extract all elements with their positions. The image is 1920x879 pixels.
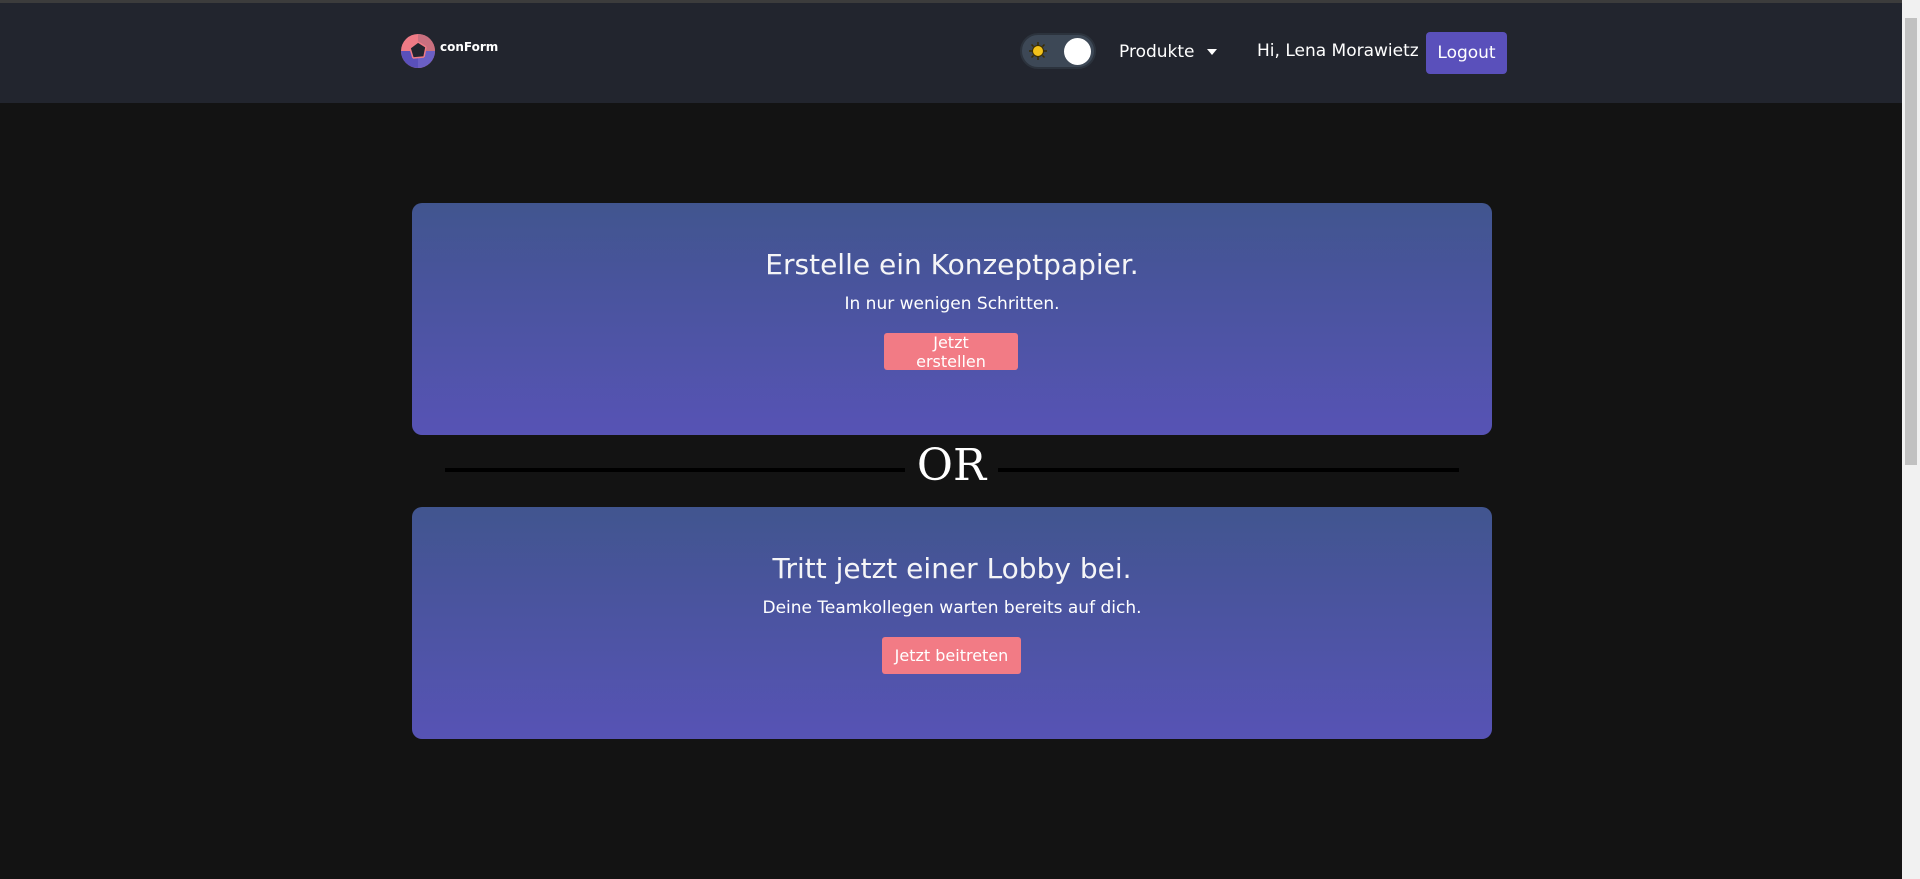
card-title: Erstelle ein Konzeptpapier. xyxy=(765,248,1139,281)
user-greeting: Hi, Lena Morawietz xyxy=(1257,41,1419,61)
theme-toggle[interactable] xyxy=(1020,33,1096,69)
logout-button[interactable]: Logout xyxy=(1426,32,1507,74)
navbar: conForm Produkte Hi, Lena Morawietz Logo… xyxy=(0,3,1902,103)
scrollbar-thumb[interactable] xyxy=(1905,18,1917,465)
products-dropdown[interactable]: Produkte xyxy=(1119,39,1217,65)
aperture-logo-icon xyxy=(401,34,435,68)
card-title: Tritt jetzt einer Lobby bei. xyxy=(772,552,1132,585)
brand-name: conForm xyxy=(440,40,499,54)
join-lobby-card: Tritt jetzt einer Lobby bei. Deine Teamk… xyxy=(412,507,1492,739)
card-subtitle: Deine Teamkollegen warten bereits auf di… xyxy=(762,598,1142,618)
divider-line-right xyxy=(998,468,1459,472)
divider-line-left xyxy=(445,468,905,472)
join-now-button[interactable]: Jetzt beitreten xyxy=(882,637,1021,674)
caret-down-icon xyxy=(1206,49,1217,55)
create-concept-card: Erstelle ein Konzeptpapier. In nur wenig… xyxy=(412,203,1492,435)
or-divider-label: OR xyxy=(916,440,987,491)
page-scrollbar[interactable] xyxy=(1902,0,1920,879)
brand-logo[interactable]: conForm xyxy=(400,31,510,71)
products-label: Produkte xyxy=(1119,42,1195,62)
sun-icon xyxy=(1029,42,1047,60)
card-subtitle: In nur wenigen Schritten. xyxy=(844,294,1060,314)
create-now-button[interactable]: Jetzt erstellen xyxy=(884,333,1018,371)
toggle-knob xyxy=(1064,38,1091,65)
